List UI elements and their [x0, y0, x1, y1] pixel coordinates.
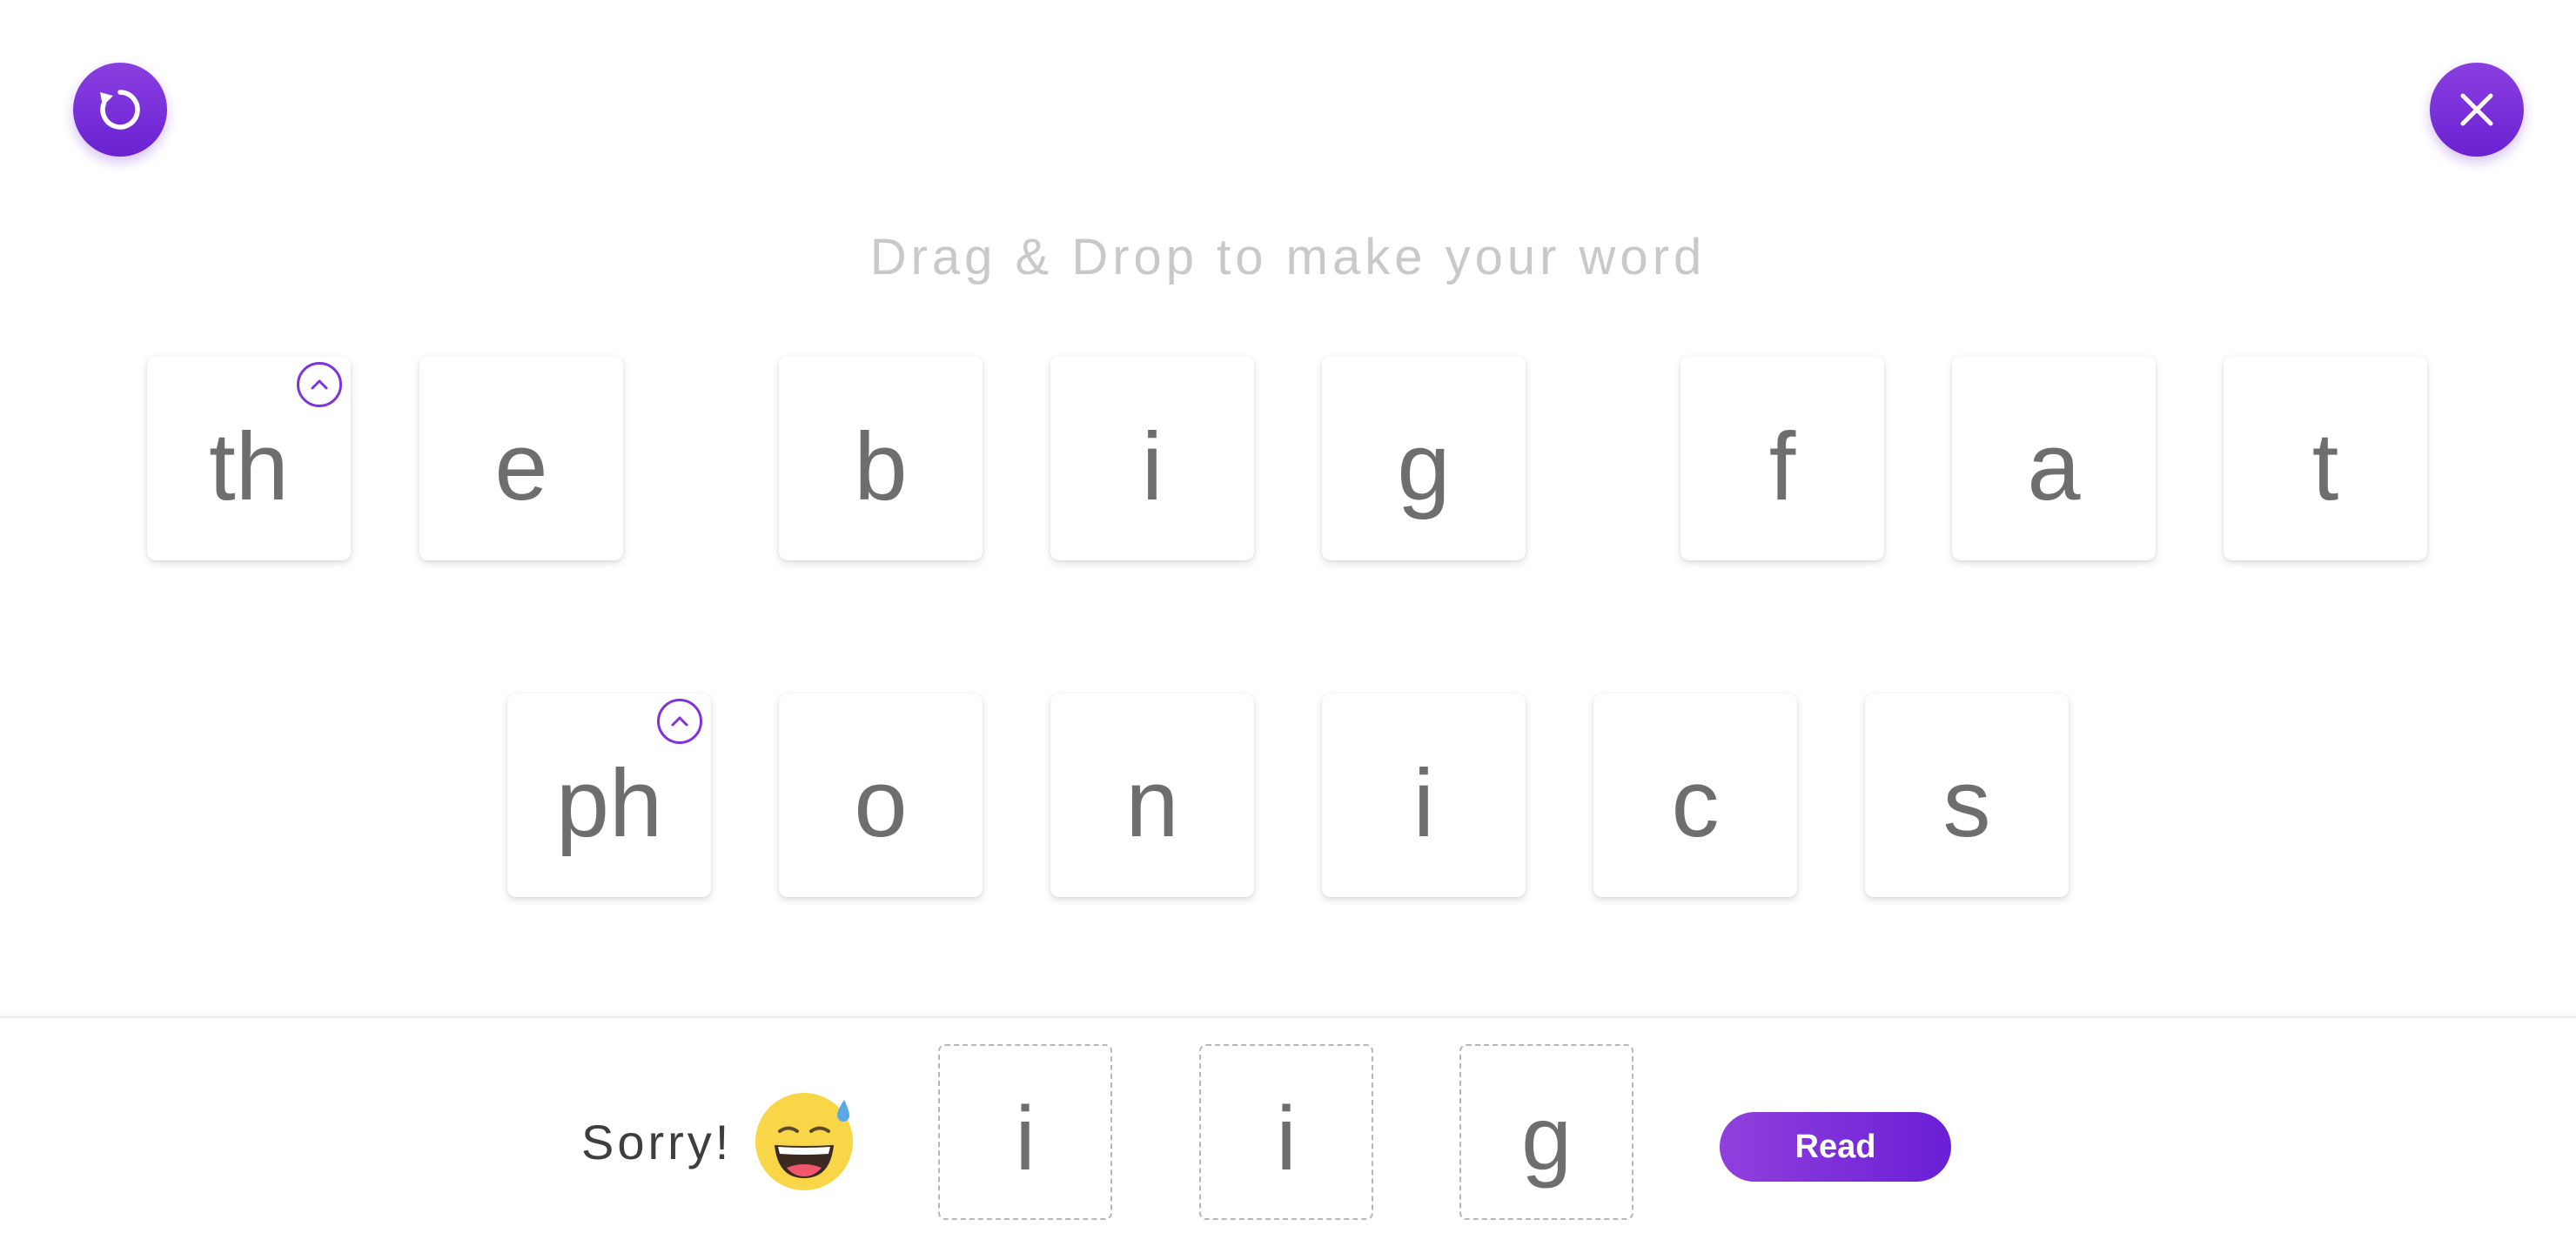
letter-tile-t[interactable]: t	[2224, 357, 2427, 560]
letter-tile-a[interactable]: a	[1952, 357, 2156, 560]
close-icon	[2460, 93, 2493, 126]
letter-tile-e[interactable]: e	[419, 357, 623, 560]
tile-letter: t	[2311, 413, 2339, 520]
letter-tile-n[interactable]: n	[1050, 694, 1254, 897]
letter-tile-i[interactable]: i	[1050, 357, 1254, 560]
sweat-smile-emoji-icon	[755, 1093, 853, 1190]
tile-letter: o	[854, 750, 908, 857]
close-button[interactable]	[2430, 63, 2524, 157]
tile-letter: i	[1141, 413, 1164, 520]
tile-letter: g	[1397, 413, 1451, 520]
letter-tile-i[interactable]: i	[1322, 694, 1526, 897]
letter-tile-o[interactable]: o	[779, 694, 983, 897]
letter-tile-th[interactable]: th	[147, 357, 351, 560]
letter-tile-ph[interactable]: ph	[507, 694, 711, 897]
tile-letter: th	[209, 413, 289, 520]
answer-slot-1[interactable]: i	[938, 1044, 1112, 1220]
letter-tile-b[interactable]: b	[779, 357, 983, 560]
answer-panel: Sorry! i i g Read	[0, 1016, 2576, 1253]
restart-button[interactable]	[73, 63, 167, 157]
tile-letter: e	[494, 413, 548, 520]
restart-icon	[100, 90, 140, 130]
letter-tile-g[interactable]: g	[1322, 357, 1526, 560]
feedback-text: Sorry!	[581, 1115, 733, 1169]
tile-letter: s	[1942, 750, 1991, 857]
tile-letter: ph	[555, 750, 663, 857]
letter-tile-f[interactable]: f	[1680, 357, 1884, 560]
read-button[interactable]: Read	[1720, 1112, 1951, 1182]
tile-letter: a	[2027, 413, 2081, 520]
instruction-text: Drag & Drop to make your word	[869, 229, 1707, 285]
letter-tile-s[interactable]: s	[1865, 694, 2069, 897]
expand-toggle-button[interactable]	[297, 362, 342, 407]
slot-letter: g	[1521, 1089, 1572, 1189]
chevron-up-icon	[671, 716, 688, 727]
answer-slot-2[interactable]: i	[1199, 1044, 1373, 1220]
tile-letter: c	[1671, 750, 1720, 857]
slot-letter: i	[1276, 1089, 1297, 1189]
chevron-up-icon	[311, 379, 328, 390]
slot-letter: i	[1015, 1089, 1036, 1189]
answer-slot-3[interactable]: g	[1459, 1044, 1633, 1220]
expand-toggle-button[interactable]	[657, 699, 702, 744]
phonics-game-screen: Drag & Drop to make your word th e b i g…	[0, 0, 2576, 1253]
tile-letter: b	[854, 413, 908, 520]
letter-tile-c[interactable]: c	[1593, 694, 1797, 897]
tile-letter: n	[1125, 750, 1179, 857]
tile-letter: f	[1768, 413, 1796, 520]
tile-letter: i	[1412, 750, 1435, 857]
